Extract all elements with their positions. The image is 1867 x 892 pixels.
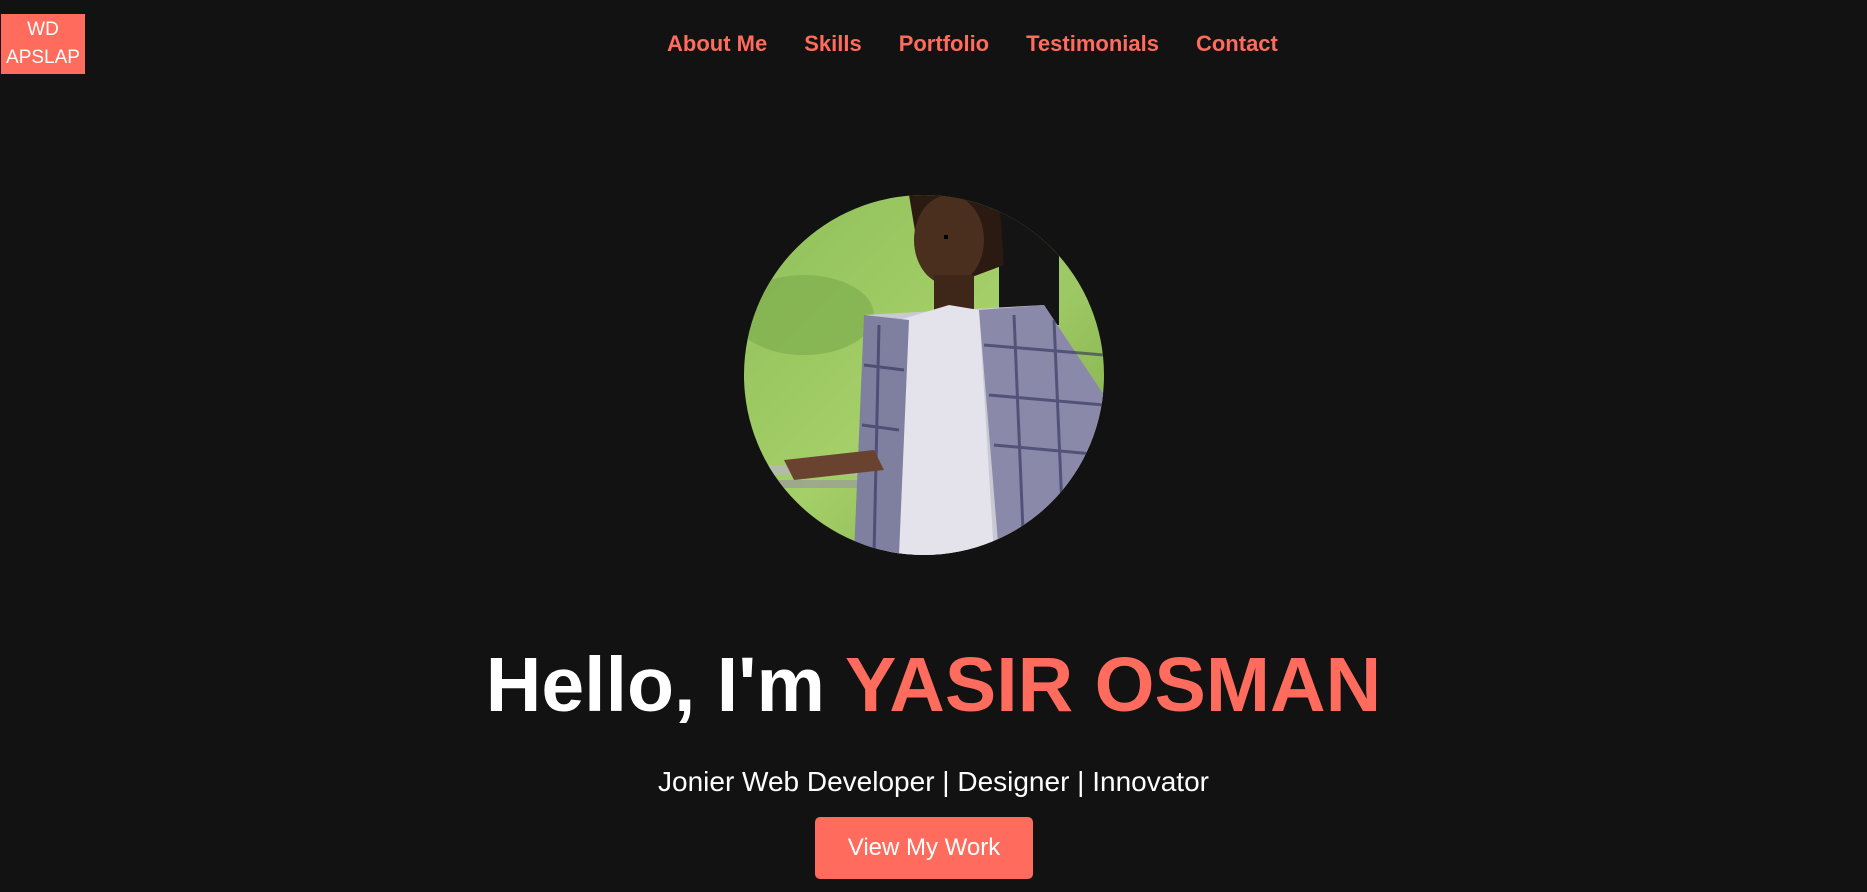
view-my-work-button[interactable]: View My Work (815, 817, 1033, 879)
nav-link-contact[interactable]: Contact (1196, 28, 1278, 60)
nav-link-portfolio[interactable]: Portfolio (899, 28, 989, 60)
logo-line-2: APSLAP (6, 47, 80, 68)
logo[interactable]: WD APSLAP (1, 14, 85, 74)
logo-line-1: WD (27, 19, 59, 40)
hero-headline: Hello, I'm YASIR OSMAN (0, 640, 1867, 730)
hero-greeting: Hello, I'm (485, 642, 845, 728)
nav-link-testimonials[interactable]: Testimonials (1026, 28, 1159, 60)
nav-link-about-me[interactable]: About Me (667, 28, 767, 60)
profile-photo (744, 195, 1104, 555)
main-nav: About Me Skills Portfolio Testimonials C… (667, 28, 1278, 60)
hero-name: YASIR OSMAN (844, 642, 1382, 728)
nav-link-skills[interactable]: Skills (804, 28, 861, 60)
portfolio-page: WD APSLAP About Me Skills Portfolio Test… (0, 0, 1867, 892)
hero-subtitle: Jonier Web Developer | Designer | Innova… (658, 766, 1209, 797)
